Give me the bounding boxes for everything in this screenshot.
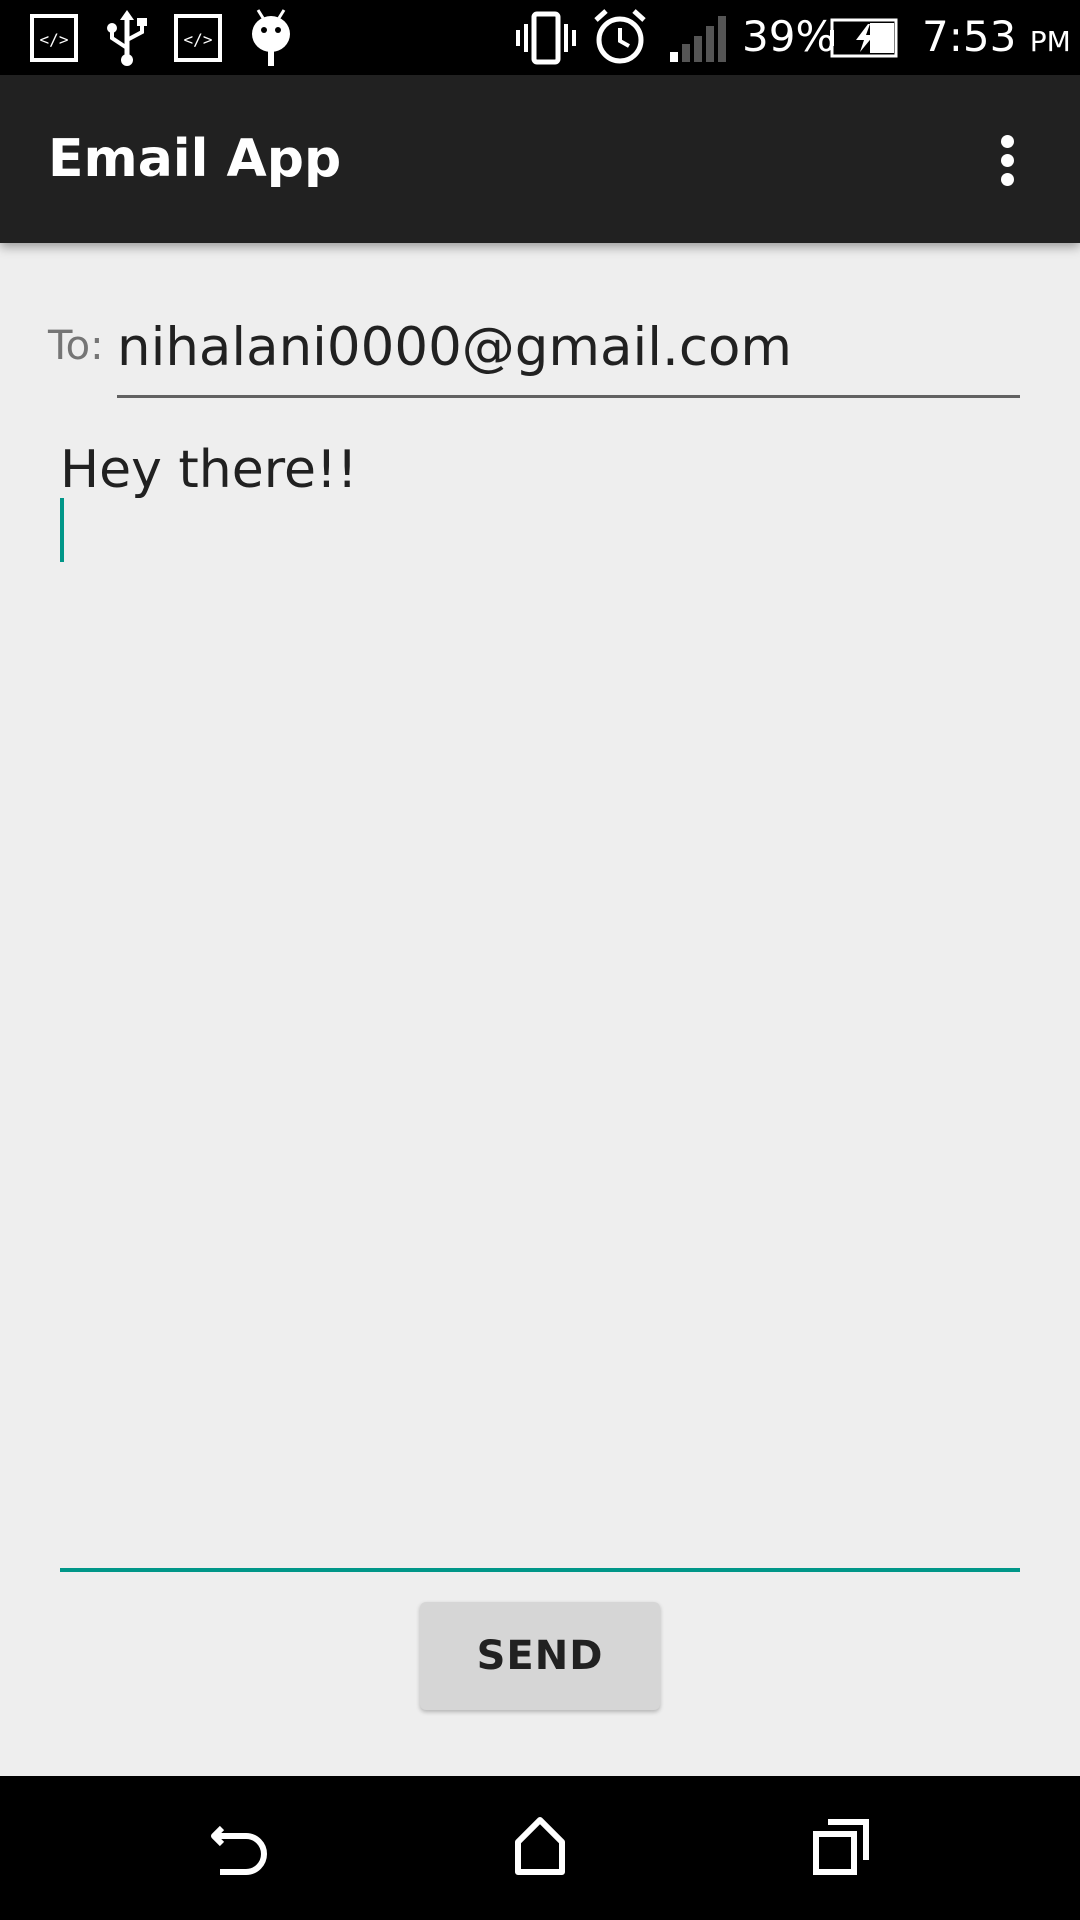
clock-ampm: PM — [1029, 25, 1071, 58]
to-label: To: — [48, 323, 104, 369]
menu-dot — [1001, 154, 1014, 167]
alarm-icon — [594, 9, 646, 64]
code-icon: </> — [174, 14, 222, 62]
message-body-field[interactable]: Hey there!! — [60, 428, 1020, 1572]
menu-dot — [1001, 173, 1014, 186]
clock-time: 7:53 — [922, 12, 1017, 61]
more-vert-icon[interactable] — [980, 125, 1036, 195]
app-bar: Email App — [0, 75, 1080, 243]
to-email-field[interactable] — [117, 300, 1020, 398]
message-body-text: Hey there!! — [60, 440, 358, 500]
clock: 7:53 PM — [922, 12, 1071, 67]
vibrate-icon — [516, 11, 576, 65]
navigation-bar — [0, 1776, 1080, 1920]
menu-dot — [1001, 135, 1014, 148]
back-icon[interactable] — [200, 1808, 280, 1888]
battery-charging-icon — [830, 18, 898, 58]
battery-percent: 39% — [742, 12, 836, 61]
app-title: Email App — [48, 129, 342, 189]
status-bar: </> </> 39% 7:53 PM — [0, 0, 1080, 75]
android-debug-icon — [252, 9, 290, 66]
svg-text:</>: </> — [40, 30, 69, 49]
code-icon: </> — [30, 14, 78, 62]
text-cursor — [60, 498, 64, 562]
usb-icon — [107, 10, 147, 66]
home-icon[interactable] — [500, 1808, 580, 1888]
signal-icon — [670, 16, 726, 62]
recents-icon[interactable] — [800, 1808, 880, 1888]
svg-text:</>: </> — [184, 30, 213, 49]
send-button[interactable]: SEND — [420, 1602, 660, 1710]
